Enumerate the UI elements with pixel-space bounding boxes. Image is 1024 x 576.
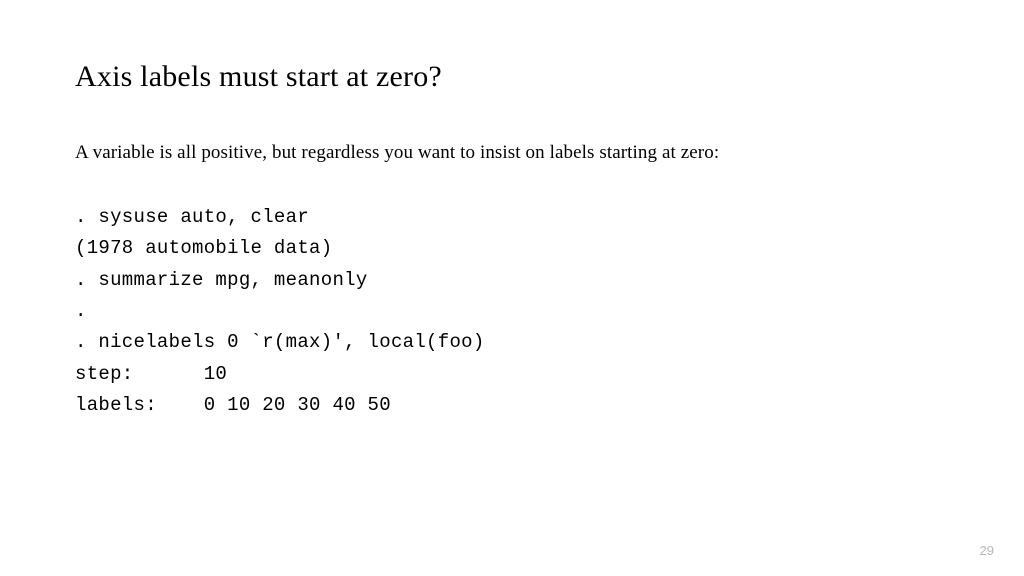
code-line: step: 10: [75, 359, 949, 390]
code-line: .: [75, 296, 949, 327]
code-line: . summarize mpg, meanonly: [75, 265, 949, 296]
page-number: 29: [980, 543, 994, 558]
code-line: labels: 0 10 20 30 40 50: [75, 390, 949, 421]
code-line: . sysuse auto, clear: [75, 202, 949, 233]
body-paragraph: A variable is all positive, but regardle…: [75, 142, 949, 164]
code-line: (1978 automobile data): [75, 233, 949, 264]
code-line: . nicelabels 0 `r(max)', local(foo): [75, 327, 949, 358]
slide-title: Axis labels must start at zero?: [75, 60, 949, 94]
code-block: . sysuse auto, clear (1978 automobile da…: [75, 202, 949, 421]
